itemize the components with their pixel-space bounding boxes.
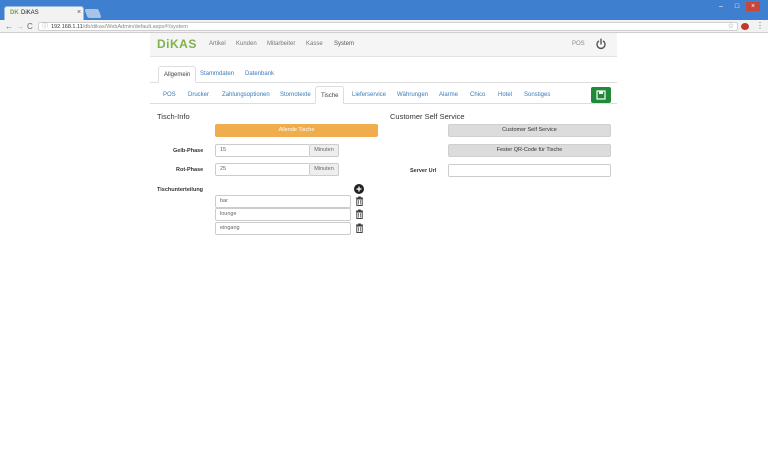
server-url-input[interactable] [448, 164, 611, 177]
add-tischunterteilung-icon[interactable] [354, 184, 364, 194]
trash-icon[interactable] [355, 196, 364, 206]
browser-titlebar: DK DiKAS × – □ × [0, 0, 768, 20]
nav-kasse[interactable]: Kasse [306, 40, 323, 48]
browser-toolbar: ← → C ⓘ 192.168.1.11/db/dikas/WebAdmin/d… [0, 20, 768, 33]
window-controls: – □ × [714, 2, 764, 12]
nav-system[interactable]: System [334, 40, 354, 48]
address-bar[interactable]: ⓘ 192.168.1.11/db/dikas/WebAdmin/default… [38, 22, 738, 31]
rot-phase-unit: Minuten [310, 163, 339, 176]
browser-tab[interactable]: DK DiKAS × [4, 6, 84, 20]
site-info-icon[interactable]: ⓘ [42, 23, 48, 31]
customer-self-service-button[interactable]: Customer Self Service [448, 124, 611, 137]
tab-allgemein[interactable]: Allgemein [158, 66, 197, 83]
save-icon [596, 90, 606, 100]
dikas-logo[interactable]: DiKAS [157, 37, 197, 51]
bookmark-star-icon[interactable]: ☆ [728, 23, 734, 31]
browser-menu-icon[interactable]: ⋮ [756, 21, 764, 31]
tab-hotel[interactable]: Hotel [493, 86, 517, 104]
pos-link[interactable]: POS [572, 40, 585, 48]
window-close-icon[interactable]: × [746, 2, 760, 11]
new-tab-button[interactable] [84, 9, 102, 18]
tab-tische[interactable]: Tische [315, 86, 345, 104]
tischunterteilung-label: Tischunterteilung [157, 187, 204, 193]
tab-datenbank[interactable]: Datenbank [240, 66, 279, 83]
gelb-phase-unit: Minuten [310, 144, 339, 157]
url-text: 192.168.1.11/db/dikas/WebAdmin/default.a… [51, 23, 188, 31]
power-icon[interactable] [595, 38, 607, 50]
forward-icon[interactable]: → [16, 22, 24, 31]
tab-close-icon[interactable]: × [77, 9, 81, 17]
rot-phase-label: Rot-Phase [176, 167, 204, 173]
tischunterteilung-lounge-input[interactable]: lounge [215, 208, 351, 221]
gelb-phase-label: Gelb-Phase [173, 148, 204, 154]
tab-alarme[interactable]: Alarme [434, 86, 463, 104]
tab-waehrungen[interactable]: Währungen [392, 86, 433, 104]
tab-zahlungsoptionen[interactable]: Zahlungsoptionen [217, 86, 275, 104]
server-url-label: Server Url [410, 168, 437, 174]
back-icon[interactable]: ← [5, 22, 13, 31]
primary-tabs: Allgemein Stammdaten Datenbank [150, 66, 617, 83]
rot-phase-input[interactable]: 25 [215, 163, 310, 176]
tischunterteilung-bar-input[interactable]: bar [215, 195, 351, 208]
tab-title: DiKAS [21, 10, 39, 16]
tisch-info-title: Tisch-Info [157, 112, 190, 121]
reload-icon[interactable]: C [27, 22, 33, 31]
dikas-favicon-icon: DK [10, 10, 19, 16]
fester-qr-code-button[interactable]: Fester QR-Code für Tische [448, 144, 611, 157]
url-host: 192.168.1.11 [51, 24, 83, 30]
nav-mitarbeiter[interactable]: Mitarbeiter [267, 40, 295, 48]
tab-sonstiges[interactable]: Sonstiges [519, 86, 555, 104]
tab-pos[interactable]: POS [158, 86, 181, 104]
tab-chico[interactable]: Chico [465, 86, 490, 104]
tab-stornotexte[interactable]: Stornotexte [275, 86, 316, 104]
tab-lieferservice[interactable]: Lieferservice [347, 86, 391, 104]
minimize-icon[interactable]: – [714, 2, 728, 11]
trash-icon[interactable] [355, 223, 364, 233]
tab-stammdaten[interactable]: Stammdaten [195, 66, 239, 83]
gelb-phase-input[interactable]: 15 [215, 144, 310, 157]
tab-drucker[interactable]: Drucker [183, 86, 214, 104]
extension-icon[interactable] [741, 23, 749, 30]
tischunterteilung-eingang-input[interactable]: eingang [215, 222, 351, 235]
customer-self-service-title: Customer Self Service [390, 112, 465, 121]
save-button[interactable] [591, 87, 611, 103]
maximize-icon[interactable]: □ [730, 2, 744, 11]
app-header: DiKAS Artikel Kunden Mitarbeiter Kasse S… [150, 33, 617, 57]
url-path: /db/dikas/WebAdmin/default.aspx#!/system [82, 24, 188, 30]
nav-kunden[interactable]: Kunden [236, 40, 257, 48]
trash-icon[interactable] [355, 209, 364, 219]
allende-tische-button[interactable]: Allende Tische [215, 124, 378, 137]
secondary-tabs: POS Drucker Zahlungsoptionen Stornotexte… [150, 86, 617, 104]
nav-artikel[interactable]: Artikel [209, 40, 226, 48]
